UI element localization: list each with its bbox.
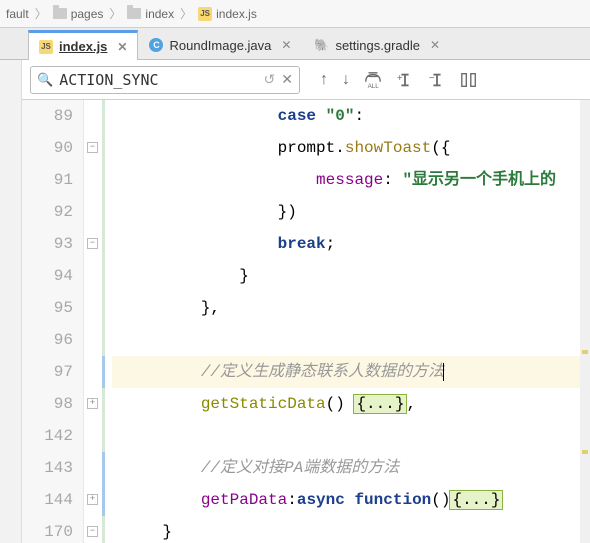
- line-number[interactable]: 143: [22, 452, 73, 484]
- code-line[interactable]: },: [112, 292, 590, 324]
- code-line[interactable]: getStaticData() {...},: [112, 388, 590, 420]
- breadcrumb-sep-icon: 〉: [180, 5, 192, 22]
- line-number[interactable]: 89: [22, 100, 73, 132]
- code-editor[interactable]: 89909192939495969798142143144170 − − + + − c…: [22, 100, 590, 543]
- breadcrumb-item[interactable]: JS index.js: [198, 7, 257, 21]
- marker-strip[interactable]: [580, 100, 590, 543]
- fold-collapse-icon[interactable]: −: [87, 238, 98, 249]
- search-box[interactable]: 🔍 ↺ ✕: [30, 66, 300, 94]
- prev-match-icon[interactable]: ↑: [320, 71, 328, 89]
- tab-label: index.js: [59, 39, 107, 54]
- code-line[interactable]: getPaData:async function(){...}: [112, 484, 590, 516]
- history-icon[interactable]: ↺: [264, 71, 276, 88]
- close-icon[interactable]: ✕: [117, 40, 127, 54]
- code-line[interactable]: [112, 420, 590, 452]
- breadcrumb-sep-icon: 〉: [109, 5, 121, 22]
- tab-index-js[interactable]: JS index.js ✕: [28, 30, 138, 60]
- line-number[interactable]: 97: [22, 356, 73, 388]
- code-line[interactable]: case "0":: [112, 100, 590, 132]
- gradle-file-icon: 🐘: [313, 38, 329, 52]
- fold-collapse-icon[interactable]: −: [87, 526, 98, 537]
- editor-area: 🔍 ↺ ✕ ↑ ↓ ALL + − 8990919293949596979814…: [22, 60, 590, 543]
- class-file-icon: C: [149, 38, 163, 52]
- breadcrumb: fault 〉 pages 〉 index 〉 JS index.js: [0, 0, 590, 28]
- change-marker: [102, 356, 105, 388]
- marker[interactable]: [582, 350, 588, 354]
- fold-expand-icon[interactable]: +: [87, 398, 98, 409]
- svg-text:ALL: ALL: [368, 83, 380, 89]
- fold-column[interactable]: − − + + −: [84, 100, 102, 543]
- editor-tabs: JS index.js ✕ C RoundImage.java ✕ 🐘 sett…: [0, 28, 590, 60]
- tab-roundimage-java[interactable]: C RoundImage.java ✕: [138, 30, 302, 59]
- find-toolbar: 🔍 ↺ ✕ ↑ ↓ ALL + −: [22, 60, 590, 100]
- folder-icon: [127, 8, 141, 19]
- breadcrumb-item[interactable]: fault: [6, 7, 29, 21]
- line-number[interactable]: 90: [22, 132, 73, 164]
- left-tool-gutter: [0, 60, 22, 543]
- select-occurrences-icon[interactable]: [460, 71, 478, 89]
- breadcrumb-sep-icon: 〉: [35, 5, 47, 22]
- fold-expand-icon[interactable]: +: [87, 494, 98, 505]
- change-marker-column: [102, 100, 112, 543]
- line-number[interactable]: 142: [22, 420, 73, 452]
- search-input[interactable]: [59, 71, 257, 89]
- line-number[interactable]: 93: [22, 228, 73, 260]
- code-line[interactable]: prompt.showToast({: [112, 132, 590, 164]
- code-line[interactable]: }): [112, 196, 590, 228]
- line-number[interactable]: 96: [22, 324, 73, 356]
- add-selection-icon[interactable]: +: [396, 71, 414, 89]
- breadcrumb-label: index.js: [216, 7, 257, 21]
- folder-icon: [53, 8, 67, 19]
- line-gutter[interactable]: 89909192939495969798142143144170: [22, 100, 84, 543]
- code-line[interactable]: message: "显示另一个手机上的: [112, 164, 590, 196]
- tab-settings-gradle[interactable]: 🐘 settings.gradle ✕: [302, 30, 451, 59]
- search-icon: 🔍: [37, 72, 53, 88]
- code-content[interactable]: case "0": prompt.showToast({ message: "显…: [112, 100, 590, 543]
- line-number[interactable]: 95: [22, 292, 73, 324]
- close-icon[interactable]: ✕: [281, 38, 291, 52]
- clear-icon[interactable]: ✕: [281, 71, 293, 88]
- line-number[interactable]: 92: [22, 196, 73, 228]
- js-file-icon: JS: [198, 7, 212, 21]
- code-line[interactable]: break;: [112, 228, 590, 260]
- breadcrumb-label: index: [145, 7, 174, 21]
- code-line[interactable]: }: [112, 260, 590, 292]
- tab-label: settings.gradle: [335, 38, 420, 53]
- select-all-icon[interactable]: ALL: [364, 71, 382, 89]
- breadcrumb-item[interactable]: pages: [53, 7, 104, 21]
- code-line[interactable]: //定义对接PA端数据的方法: [112, 452, 590, 484]
- fold-collapse-icon[interactable]: −: [87, 142, 98, 153]
- next-match-icon[interactable]: ↓: [342, 71, 350, 89]
- breadcrumb-label: fault: [6, 7, 29, 21]
- code-line[interactable]: [112, 324, 590, 356]
- code-line[interactable]: }: [112, 516, 590, 543]
- line-number[interactable]: 98: [22, 388, 73, 420]
- line-number[interactable]: 91: [22, 164, 73, 196]
- close-icon[interactable]: ✕: [430, 38, 440, 52]
- line-number[interactable]: 144: [22, 484, 73, 516]
- line-number[interactable]: 170: [22, 516, 73, 543]
- line-number[interactable]: 94: [22, 260, 73, 292]
- tab-label: RoundImage.java: [169, 38, 271, 53]
- change-marker: [102, 452, 105, 516]
- remove-selection-icon[interactable]: −: [428, 71, 446, 89]
- breadcrumb-label: pages: [71, 7, 104, 21]
- marker[interactable]: [582, 450, 588, 454]
- js-file-icon: JS: [39, 40, 53, 54]
- code-line[interactable]: //定义生成静态联系人数据的方法: [112, 356, 590, 388]
- breadcrumb-item[interactable]: index: [127, 7, 174, 21]
